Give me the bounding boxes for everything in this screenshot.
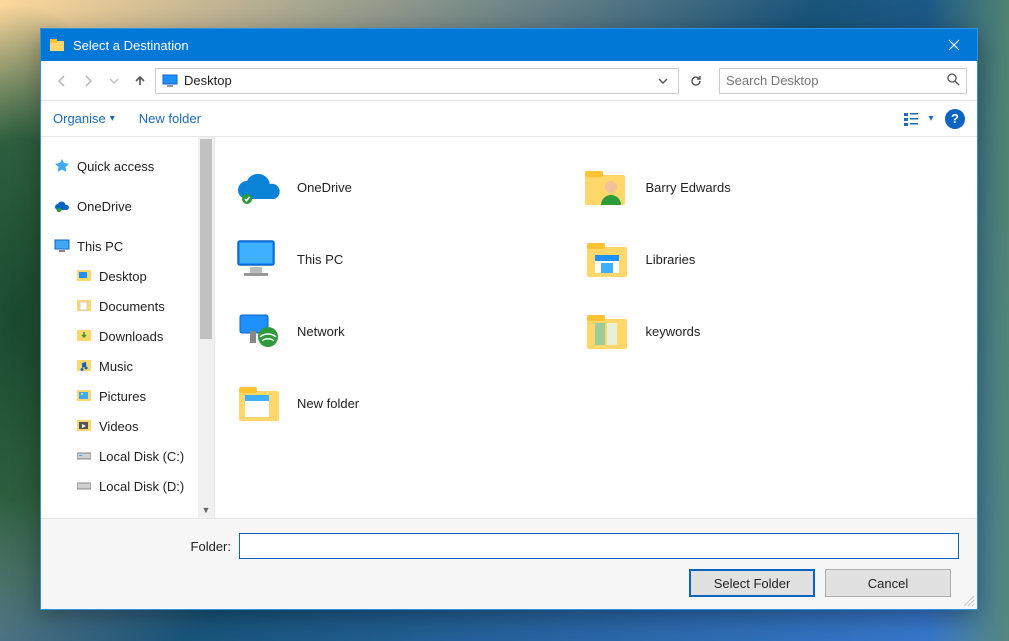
drive-icon bbox=[75, 481, 93, 491]
item-onedrive[interactable]: OneDrive bbox=[233, 151, 581, 223]
scroll-thumb[interactable] bbox=[200, 139, 212, 339]
desktop-icon bbox=[162, 74, 178, 88]
breadcrumb-item[interactable]: Desktop bbox=[184, 73, 654, 88]
search-input[interactable] bbox=[726, 73, 947, 88]
sidebar-scrollbar[interactable]: ▲ ▼ bbox=[198, 137, 214, 518]
back-button[interactable] bbox=[51, 70, 73, 92]
documents-icon bbox=[75, 300, 93, 312]
resize-grip-icon[interactable] bbox=[963, 595, 975, 607]
breadcrumb-dropdown[interactable] bbox=[654, 76, 672, 86]
folder-input[interactable] bbox=[239, 533, 959, 559]
body: Quick access OneDrive This PC Desktop Do… bbox=[41, 137, 977, 518]
pc-icon bbox=[233, 233, 285, 285]
window-title: Select a Destination bbox=[73, 38, 931, 53]
nav-desktop[interactable]: Desktop bbox=[41, 261, 214, 291]
nav-onedrive[interactable]: OneDrive bbox=[41, 191, 214, 221]
footer: Folder: Select Folder Cancel bbox=[41, 518, 977, 609]
star-icon bbox=[53, 158, 71, 174]
pc-icon bbox=[53, 239, 71, 253]
folder-icon bbox=[581, 305, 633, 357]
scroll-down-icon[interactable]: ▼ bbox=[198, 502, 214, 518]
cloud-icon bbox=[53, 200, 71, 212]
cloud-icon bbox=[233, 161, 285, 213]
folder-app-icon bbox=[49, 37, 65, 53]
item-new-folder[interactable]: New folder bbox=[233, 367, 581, 439]
nav-local-d[interactable]: Local Disk (D:) bbox=[41, 471, 214, 501]
cancel-button[interactable]: Cancel bbox=[825, 569, 951, 597]
item-view: OneDrive Barry Edwards This PC Libraries bbox=[215, 137, 977, 518]
up-button[interactable] bbox=[129, 70, 151, 92]
folder-label: Folder: bbox=[59, 539, 239, 554]
item-libraries[interactable]: Libraries bbox=[581, 223, 929, 295]
item-this-pc[interactable]: This PC bbox=[233, 223, 581, 295]
pictures-icon bbox=[75, 390, 93, 402]
titlebar: Select a Destination bbox=[41, 29, 977, 61]
item-keywords[interactable]: keywords bbox=[581, 295, 929, 367]
search-icon[interactable] bbox=[947, 73, 960, 89]
user-folder-icon bbox=[581, 161, 633, 213]
search-box[interactable] bbox=[719, 68, 967, 94]
navigation-tree: Quick access OneDrive This PC Desktop Do… bbox=[41, 137, 214, 518]
close-button[interactable] bbox=[931, 29, 977, 61]
address-bar: Desktop bbox=[41, 61, 977, 101]
refresh-button[interactable] bbox=[683, 68, 709, 94]
nav-music[interactable]: Music bbox=[41, 351, 214, 381]
nav-documents[interactable]: Documents bbox=[41, 291, 214, 321]
nav-this-pc[interactable]: This PC bbox=[41, 231, 214, 261]
desktop-icon bbox=[75, 270, 93, 282]
videos-icon bbox=[75, 420, 93, 432]
dialog-window: Select a Destination Desktop Organise▾ N… bbox=[40, 28, 978, 610]
drive-icon bbox=[75, 451, 93, 461]
help-button[interactable]: ? bbox=[945, 109, 965, 129]
forward-button[interactable] bbox=[77, 70, 99, 92]
nav-quick-access[interactable]: Quick access bbox=[41, 151, 214, 181]
view-options-button[interactable]: ▾ bbox=[903, 107, 935, 131]
organise-button[interactable]: Organise▾ bbox=[53, 111, 115, 126]
item-network[interactable]: Network bbox=[233, 295, 581, 367]
libraries-icon bbox=[581, 233, 633, 285]
newfolder-button[interactable]: New folder bbox=[139, 111, 201, 126]
select-folder-button[interactable]: Select Folder bbox=[689, 569, 815, 597]
toolbar: Organise▾ New folder ▾ ? bbox=[41, 101, 977, 137]
breadcrumb-box[interactable]: Desktop bbox=[155, 68, 679, 94]
nav-local-c[interactable]: Local Disk (C:) bbox=[41, 441, 214, 471]
recent-dropdown[interactable] bbox=[103, 70, 125, 92]
nav-downloads[interactable]: Downloads bbox=[41, 321, 214, 351]
downloads-icon bbox=[75, 330, 93, 342]
music-icon bbox=[75, 360, 93, 372]
network-icon bbox=[233, 305, 285, 357]
folder-icon bbox=[233, 377, 285, 429]
nav-pictures[interactable]: Pictures bbox=[41, 381, 214, 411]
nav-videos[interactable]: Videos bbox=[41, 411, 214, 441]
item-user-folder[interactable]: Barry Edwards bbox=[581, 151, 929, 223]
